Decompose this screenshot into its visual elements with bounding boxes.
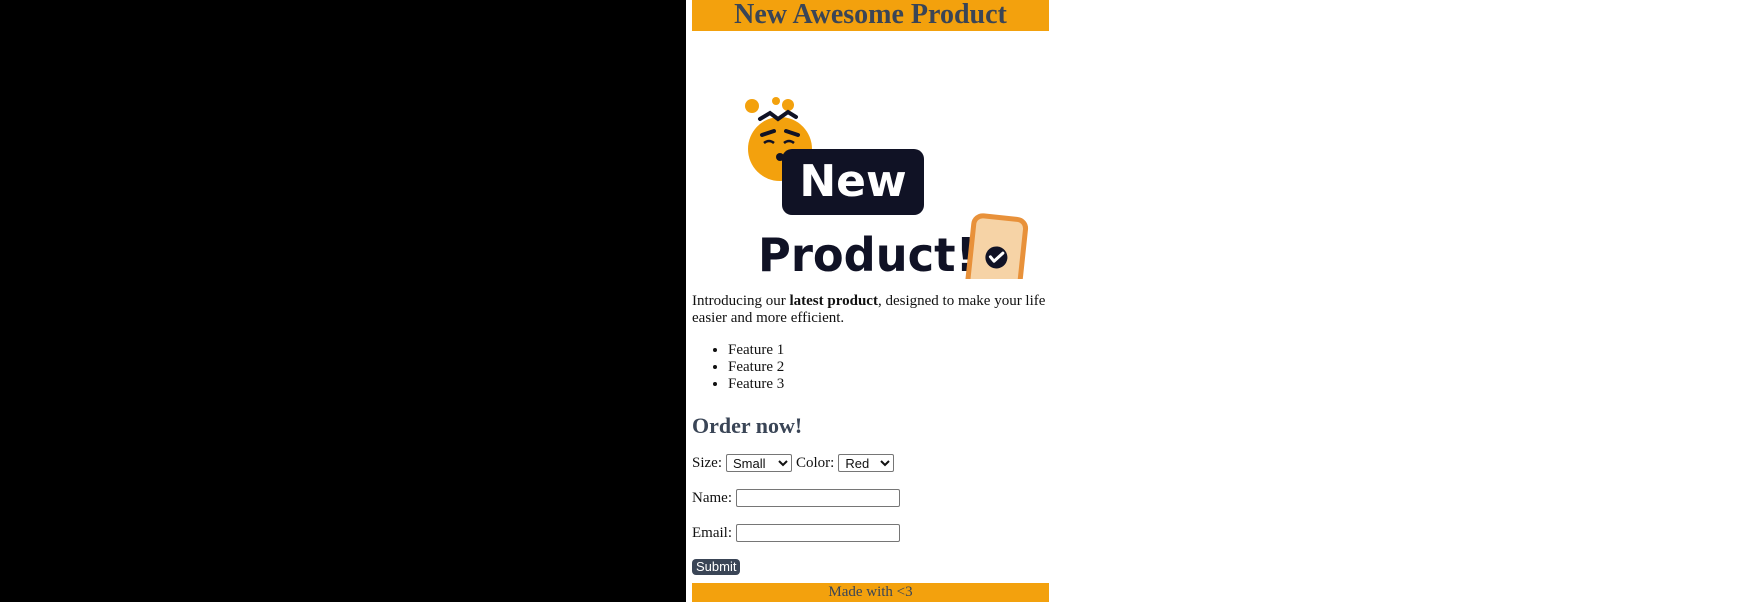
feature-item: Feature 1 (728, 342, 1049, 359)
name-row: Name: (692, 489, 1049, 507)
email-label: Email: (692, 525, 732, 541)
footer-text: Made with <3 (828, 584, 913, 600)
page-header: New Awesome Product (692, 0, 1049, 31)
page-content: New Awesome Product New Product! Introdu… (692, 0, 1049, 576)
color-label: Color: (796, 455, 835, 471)
color-select[interactable]: Red (838, 454, 895, 472)
intro-text-start: Introducing our (692, 293, 790, 309)
page-footer: Made with <3 (692, 583, 1049, 602)
email-row: Email: (692, 524, 1049, 542)
page-title: New Awesome Product (734, 0, 1007, 30)
page: New Awesome Product New Product! Introdu… (686, 0, 1057, 602)
name-label: Name: (692, 490, 732, 506)
left-black-panel (0, 0, 686, 602)
phone-check-icon (964, 213, 1029, 302)
product-hero-image: New Product! (692, 31, 1049, 302)
size-label: Size: (692, 455, 722, 471)
order-form: Size: Small Color: Red Name: Email: Subm… (692, 454, 1049, 576)
size-select[interactable]: Small (726, 454, 792, 472)
new-product-illustration: New Product! (745, 97, 1029, 302)
intro-paragraph: Introducing our latest product, designed… (692, 293, 1049, 327)
submit-button[interactable]: Submit (692, 559, 741, 575)
order-heading: Order now! (692, 413, 803, 438)
feature-list: Feature 1 Feature 2 Feature 3 (692, 342, 1049, 393)
email-input[interactable] (736, 524, 900, 542)
feature-item: Feature 2 (728, 359, 1049, 376)
feature-item: Feature 3 (728, 376, 1049, 393)
new-badge-text: New (799, 156, 906, 207)
intro-bold-text: latest product (789, 293, 878, 309)
size-color-row: Size: Small Color: Red (692, 454, 1049, 472)
product-headline: Product! (758, 228, 976, 279)
name-input[interactable] (735, 489, 900, 507)
